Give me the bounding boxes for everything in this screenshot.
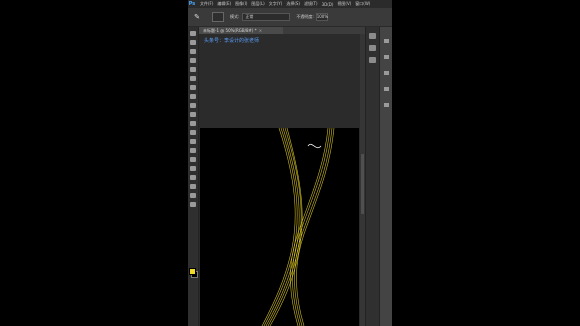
menu-select[interactable]: 选择(S) xyxy=(286,1,300,7)
hand-tool-icon[interactable] xyxy=(190,193,196,198)
history-brush-tool-icon[interactable] xyxy=(190,112,196,117)
adjustments-panel-icon[interactable] xyxy=(369,57,376,63)
tools-panel xyxy=(188,27,199,326)
document-tab[interactable]: 未标题-1 @ 50%(RGB/8#) * × xyxy=(199,27,283,34)
menu-filter[interactable]: 滤镜(T) xyxy=(304,1,318,7)
swatches-panel-icon[interactable] xyxy=(384,55,389,59)
menu-view[interactable]: 视图(V) xyxy=(337,1,351,7)
menu-image[interactable]: 图像(I) xyxy=(235,1,247,7)
eraser-tool-icon[interactable] xyxy=(190,121,196,126)
brush-tool-icon[interactable] xyxy=(190,94,196,99)
app-logo: Ps xyxy=(188,0,196,8)
opacity-input[interactable]: 100% xyxy=(315,13,328,21)
crop-tool-icon[interactable] xyxy=(190,67,196,72)
menu-edit[interactable]: 编辑(E) xyxy=(217,1,231,7)
watermark-text: 头条号：李设计的张老师 xyxy=(204,38,260,44)
brush-cursor-icon xyxy=(307,143,322,149)
document-canvas[interactable] xyxy=(200,127,359,326)
mode-label: 模式: xyxy=(230,14,240,19)
menu-window[interactable]: 窗口(W) xyxy=(355,1,370,7)
path-select-tool-icon[interactable] xyxy=(190,175,196,180)
history-panel-icon[interactable] xyxy=(369,33,376,39)
dodge-tool-icon[interactable] xyxy=(190,148,196,153)
options-bar: ✎ 模式: 正常 不透明度: 100% xyxy=(188,8,392,27)
healing-tool-icon[interactable] xyxy=(190,85,196,90)
mode-select[interactable]: 正常 xyxy=(242,13,291,21)
letterbox-right xyxy=(392,0,580,326)
menu-file[interactable]: 文件(F) xyxy=(200,1,213,7)
shape-tool-icon[interactable] xyxy=(190,184,196,189)
channels-panel-icon[interactable] xyxy=(384,87,389,91)
photoshop-window: Ps 文件(F) 编辑(E) 图像(I) 图层(L) 文字(Y) 选择(S) 滤… xyxy=(188,0,392,326)
artwork-strokes xyxy=(261,127,335,326)
menu-3d[interactable]: 3D(D) xyxy=(322,2,334,7)
properties-panel-icon[interactable] xyxy=(369,45,376,51)
close-icon[interactable]: × xyxy=(259,28,262,33)
gradient-tool-icon[interactable] xyxy=(190,130,196,135)
panel-dock-collapsed xyxy=(365,27,380,326)
letterbox-left xyxy=(0,0,188,326)
scroll-thumb[interactable] xyxy=(361,154,364,214)
color-panel-icon[interactable] xyxy=(384,39,389,43)
lasso-tool-icon[interactable] xyxy=(190,49,196,54)
opacity-label: 不透明度: xyxy=(296,14,314,19)
brush-preset-picker[interactable] xyxy=(212,12,224,22)
eyedropper-tool-icon[interactable] xyxy=(190,76,196,81)
blur-tool-icon[interactable] xyxy=(190,139,196,144)
type-tool-icon[interactable] xyxy=(190,166,196,171)
clone-stamp-tool-icon[interactable] xyxy=(190,103,196,108)
quick-select-tool-icon[interactable] xyxy=(190,58,196,63)
move-tool-icon[interactable] xyxy=(190,31,196,36)
brush-icon[interactable]: ✎ xyxy=(192,12,202,22)
layers-panel-icon[interactable] xyxy=(384,71,389,75)
foreground-color-swatch[interactable] xyxy=(189,268,196,275)
menu-type[interactable]: 文字(Y) xyxy=(269,1,283,7)
ribbon-left xyxy=(261,127,303,326)
menu-bar: Ps 文件(F) 编辑(E) 图像(I) 图层(L) 文字(Y) 选择(S) 滤… xyxy=(188,0,392,8)
paths-panel-icon[interactable] xyxy=(384,103,389,107)
menu-layer[interactable]: 图层(L) xyxy=(251,1,264,7)
marquee-tool-icon[interactable] xyxy=(190,40,196,45)
pen-tool-icon[interactable] xyxy=(190,157,196,162)
panel-dock-right xyxy=(379,27,392,326)
document-tab-title: 未标题-1 @ 50%(RGB/8#) * xyxy=(203,28,257,33)
zoom-tool-icon[interactable] xyxy=(190,202,196,207)
